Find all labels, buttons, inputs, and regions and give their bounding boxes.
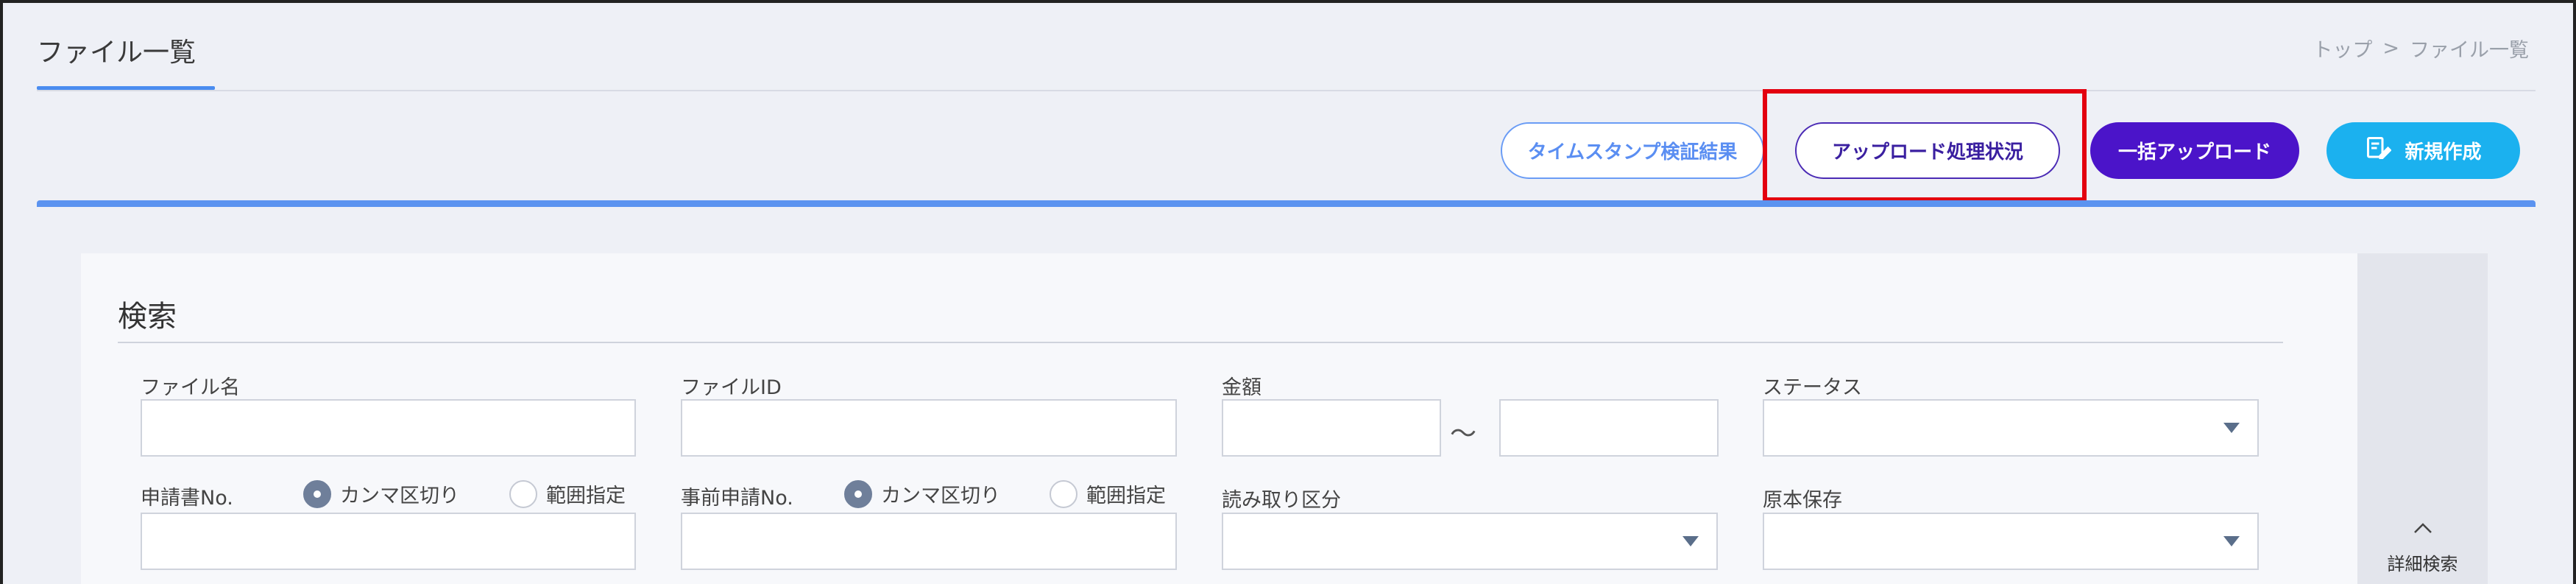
new-create-button[interactable]: 新規作成 — [2326, 122, 2520, 179]
breadcrumb: トップ > ファイル一覧 — [2313, 34, 2529, 63]
page-title: ファイル一覧 — [37, 38, 197, 68]
status-label: ステータス — [1763, 376, 1862, 399]
search-heading: 検索 — [118, 300, 177, 334]
pre-application-no-radio-range[interactable]: 範囲指定 — [1050, 479, 1166, 508]
header-divider — [37, 90, 2536, 91]
amount-min-input[interactable] — [1222, 399, 1441, 457]
file-name-input[interactable] — [141, 399, 636, 457]
radio-unchecked[interactable] — [1050, 479, 1078, 508]
application-no-radio-comma[interactable]: カンマ区切り — [303, 479, 459, 508]
breadcrumb-home[interactable]: トップ — [2313, 34, 2372, 63]
amount-range-separator: ～ — [1450, 419, 1477, 449]
chevron-up-icon — [2412, 518, 2434, 539]
pre-application-no-radio-comma[interactable]: カンマ区切り — [844, 479, 1000, 508]
application-no-radio-range[interactable]: 範囲指定 — [509, 479, 626, 508]
file-name-label: ファイル名 — [141, 376, 240, 399]
document-edit-icon — [2365, 135, 2393, 166]
search-divider — [118, 342, 2283, 343]
breadcrumb-separator: > — [2382, 37, 2399, 60]
read-category-label: 読み取り区分 — [1222, 489, 1341, 512]
timestamp-result-button[interactable]: タイムスタンプ検証結果 — [1501, 122, 1764, 179]
bulk-upload-button[interactable]: 一括アップロード — [2090, 122, 2299, 179]
file-id-input[interactable] — [681, 399, 1177, 457]
amount-max-input[interactable] — [1499, 399, 1719, 457]
amount-label: 金額 — [1222, 376, 1262, 399]
radio-unchecked[interactable] — [509, 479, 537, 508]
application-no-label: 申請書No. — [141, 487, 233, 510]
radio-comma-label: カンマ区切り — [881, 485, 1000, 507]
chevron-down-icon — [1682, 536, 1699, 546]
pre-application-no-input[interactable] — [681, 513, 1177, 570]
application-no-input[interactable] — [141, 513, 636, 570]
detail-search-toggle[interactable]: 詳細検索 — [2357, 518, 2488, 575]
original-storage-label: 原本保存 — [1763, 489, 1842, 512]
status-select[interactable] — [1763, 399, 2259, 457]
radio-range-label: 範囲指定 — [1086, 485, 1166, 507]
new-create-label: 新規作成 — [2405, 141, 2482, 163]
radio-checked[interactable] — [844, 479, 872, 508]
radio-checked[interactable] — [303, 479, 331, 508]
panel-top-bar — [37, 200, 2536, 207]
chevron-down-icon — [2223, 423, 2240, 433]
file-id-label: ファイルID — [681, 376, 782, 399]
original-storage-select[interactable] — [1763, 513, 2259, 570]
breadcrumb-current: ファイル一覧 — [2410, 39, 2529, 62]
chevron-down-icon — [2223, 536, 2240, 546]
radio-range-label: 範囲指定 — [546, 485, 626, 507]
highlight-annotation — [1763, 89, 2087, 202]
pre-application-no-label: 事前申請No. — [681, 487, 793, 510]
read-category-select[interactable] — [1222, 513, 1718, 570]
app-window: ファイル一覧 トップ > ファイル一覧 タイムスタンプ検証結果 アップロード処理… — [0, 0, 2576, 584]
radio-comma-label: カンマ区切り — [340, 485, 459, 507]
detail-search-label: 詳細検索 — [2387, 554, 2458, 574]
